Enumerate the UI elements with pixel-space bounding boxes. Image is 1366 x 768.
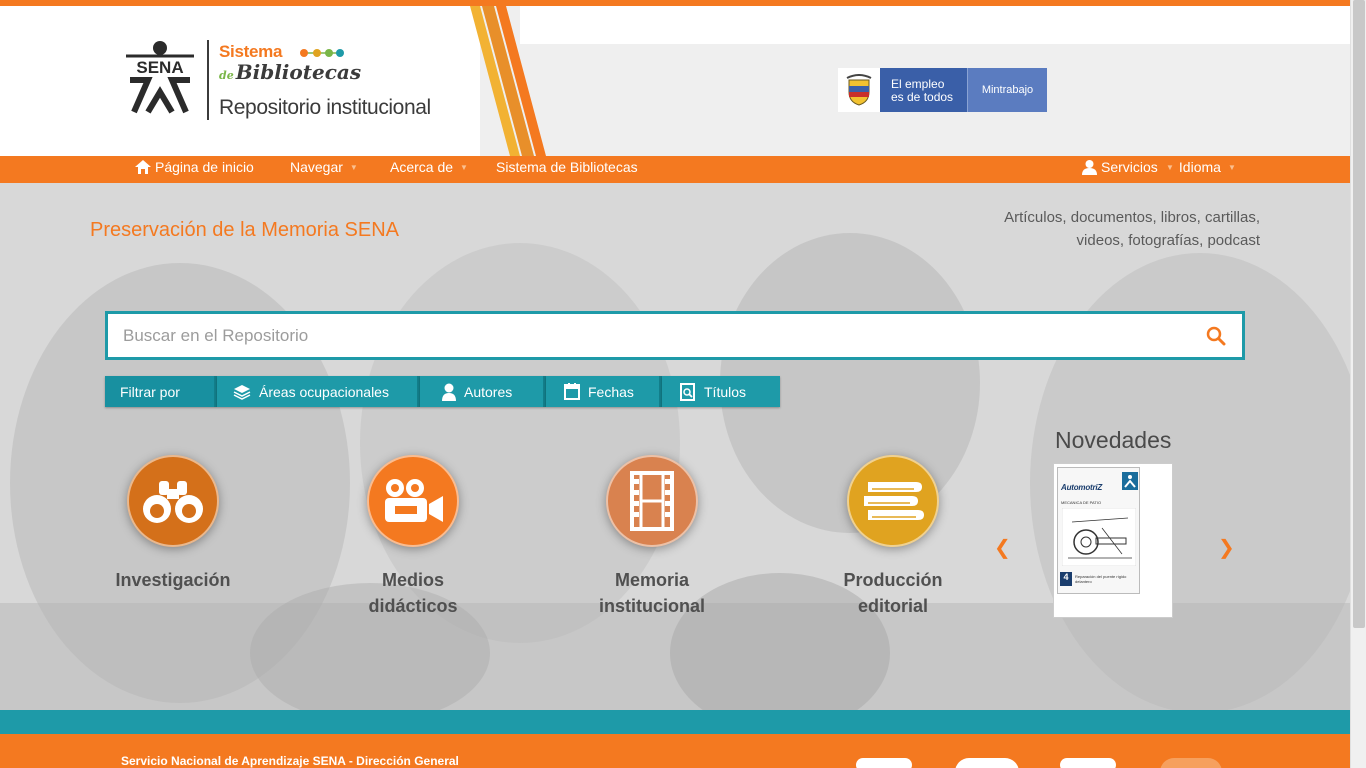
novedad-card[interactable]: AutomotriZ MECANICA DE PATIO 4 Reparació… [1053,463,1173,618]
filter-areas-label: Áreas ocupacionales [259,383,389,400]
nav-home-label: Página de inicio [155,159,254,175]
bibliotecas-label: de Bibliotecas [219,60,361,84]
gov-slogan: El empleo es de todos [880,68,967,112]
chevron-down-icon: ▼ [1166,162,1174,172]
stack-icon [233,384,251,400]
chevron-down-icon: ▼ [460,162,468,172]
nav-navegar[interactable]: Navegar ▼ [290,159,358,175]
nav-idioma[interactable]: ▼ Idioma ▼ [1166,159,1236,175]
colombia-shield-icon [838,68,880,112]
carousel-next-icon[interactable]: ❯ [1218,535,1235,560]
hero-section: Preservación de la Memoria SENA Artículo… [0,183,1350,710]
search-doc-icon [680,382,696,401]
footer-logo-1-icon[interactable] [856,758,912,768]
filter-fechas-button[interactable]: Fechas [546,376,662,407]
nav-home[interactable]: Página de inicio [135,159,254,175]
book-cover-image: AutomotriZ MECANICA DE PATIO 4 Reparació… [1057,467,1140,594]
bibliotecas-prefix: de [219,69,234,82]
category-medios-didacticos[interactable]: Medios didácticos [318,455,508,619]
category-label-line2: institucional [598,596,705,616]
category-label: Producción editorial [798,567,988,619]
bibliotecas-text: Bibliotecas [235,60,362,84]
government-banner[interactable]: El empleo es de todos Mintrabajo [838,68,1047,112]
nav-idioma-label: Idioma [1178,159,1221,175]
header-top-bar [520,6,1350,44]
filter-bar: Filtrar por Áreas ocupacionales Autores … [105,376,780,407]
hero-content-types-line2: videos, fotografías, podcast [1076,232,1260,249]
category-label-line1: Producción [843,570,943,590]
category-label-line1: Medios [381,570,444,590]
search-icon[interactable] [1206,326,1226,346]
category-produccion-editorial[interactable]: Producción editorial [798,455,988,619]
hero-tagline: Preservación de la Memoria SENA [90,219,400,241]
filter-fechas-label: Fechas [588,383,634,400]
user-icon [1082,159,1097,175]
nav-navegar-label: Navegar [290,159,343,175]
vehicle-axle-drawing-icon [1062,508,1136,566]
footer: Servicio Nacional de Aprendizaje SENA - … [0,734,1350,768]
film-icon [606,455,698,547]
category-investigacion[interactable]: Investigación [78,455,268,593]
user-icon [442,383,456,401]
site-header: SENA Sistema de Bibliotecas Repositorio i… [0,6,1350,156]
search-input[interactable] [108,314,1178,357]
category-label: Medios didácticos [318,567,508,619]
category-label-line2: editorial [857,596,928,616]
footer-teal-band [0,710,1350,734]
hero-content-types-line1: Artículos, documentos, libros, cartillas… [1004,209,1260,226]
books-icon [847,455,939,547]
cover-number: 4 [1060,572,1072,586]
repository-title: Repositorio institucional [219,96,431,119]
nav-sistema-label: Sistema de Bibliotecas [496,159,638,175]
filter-autores-button[interactable]: Autores [420,376,546,407]
scrollbar-thumb[interactable] [1353,0,1365,628]
footer-logo-3-icon[interactable] [1060,758,1116,768]
category-memoria-institucional[interactable]: Memoria institucional [557,455,747,619]
nav-servicios-label: Servicios [1101,159,1158,175]
filter-label: Filtrar por [105,376,217,407]
category-label: Investigación [78,567,268,593]
ntcgp-seal-icon[interactable] [1160,758,1222,768]
nav-acerca-label: Acerca de [390,159,454,175]
gov-slogan-line2: es de todos [891,90,954,104]
hero-content-types: Artículos, documentos, libros, cartillas… [930,206,1260,252]
home-icon [135,160,151,174]
sena-logo-icon: SENA [126,41,194,114]
cover-footer: Reparación del puente rígido delantero [1075,574,1127,584]
filter-titulos-label: Títulos [704,383,747,400]
page-scrollbar[interactable] [1350,0,1366,768]
novedades-title: Novedades [1055,427,1172,453]
filter-autores-label: Autores [464,383,513,400]
video-camera-icon [367,455,459,547]
nav-sistema[interactable]: Sistema de Bibliotecas [496,159,638,175]
calendar-icon [564,383,580,400]
decorative-stripes [470,6,546,156]
ministry-label: Mintrabajo [967,68,1047,112]
cover-subtitle: MECANICA DE PATIO [1061,500,1102,505]
filter-titulos-button[interactable]: Títulos [662,376,780,407]
category-label-line2: didácticos [368,596,458,616]
category-label: Memoria institucional [557,567,747,619]
certification-seal-icon[interactable] [955,758,1019,768]
search-bar [105,311,1245,360]
carousel-prev-icon[interactable]: ❮ [994,535,1011,560]
footer-organization: Servicio Nacional de Aprendizaje SENA - … [121,754,459,768]
dots-decoration-icon [300,49,344,57]
category-label-line1: Memoria [614,570,690,590]
sistema-label: Sistema [219,42,283,61]
binoculars-icon [127,455,219,547]
sena-logo-link[interactable]: SENA Sistema de Bibliotecas Repositorio i… [120,40,460,130]
nav-servicios[interactable]: Servicios [1082,159,1158,175]
svg-text:SENA: SENA [136,58,183,77]
filter-areas-button[interactable]: Áreas ocupacionales [217,376,420,407]
nav-acerca[interactable]: Acerca de ▼ [390,159,468,175]
cover-title: AutomotriZ [1061,483,1103,492]
logo-divider [207,40,209,120]
sena-mini-logo-icon [1122,472,1138,490]
chevron-down-icon: ▼ [1227,162,1236,172]
main-nav: Página de inicio Navegar ▼ Acerca de ▼ Sis… [0,156,1350,183]
category-label-line1: Investigación [115,570,231,590]
chevron-down-icon: ▼ [349,162,358,172]
